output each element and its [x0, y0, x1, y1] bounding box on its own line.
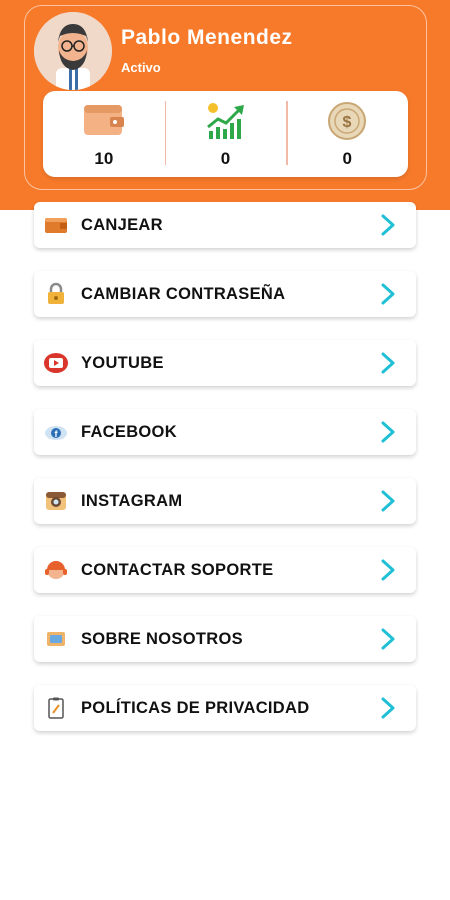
support-agent-icon — [44, 558, 68, 582]
chevron-right-icon — [381, 352, 395, 374]
profile-card: Pablo Menendez Activo 10 0 $ 0 — [24, 5, 427, 190]
chevron-right-icon — [381, 283, 395, 305]
chevron-right-icon — [381, 214, 395, 236]
growth-chart-icon — [206, 103, 244, 139]
chevron-right-icon — [381, 628, 395, 650]
user-name: Pablo Menendez — [121, 26, 293, 49]
stat-growth-value: 0 — [220, 149, 231, 168]
user-status: Activo — [121, 60, 161, 75]
menu-label-canjear: CANJEAR — [81, 215, 163, 234]
dollar-coin-icon: $ — [328, 102, 367, 140]
stat-wallet: 10 — [43, 91, 165, 177]
menu-item-canjear[interactable]: CANJEAR — [34, 202, 416, 248]
menu-item-contactar-soporte[interactable]: CONTACTAR SOPORTE — [34, 547, 416, 593]
menu-label-facebook: FACEBOOK — [81, 422, 177, 441]
menu-label-politicas-de-privacidad: POLÍTICAS DE PRIVACIDAD — [81, 698, 310, 717]
lock-icon — [44, 282, 68, 306]
info-tv-icon — [44, 627, 68, 651]
svg-text:$: $ — [343, 114, 352, 131]
wallet-icon — [44, 213, 68, 237]
stats-panel: 10 0 $ 0 — [43, 91, 408, 177]
clipboard-icon — [44, 696, 68, 720]
chevron-right-icon — [381, 697, 395, 719]
menu-label-contactar-soporte: CONTACTAR SOPORTE — [81, 560, 274, 579]
menu-item-cambiar-contrasena[interactable]: CAMBIAR CONTRASEÑA — [34, 271, 416, 317]
menu-label-sobre-nosotros: SOBRE NOSOTROS — [81, 629, 243, 648]
menu-label-youtube: YOUTUBE — [81, 353, 164, 372]
wallet-icon — [83, 105, 124, 135]
facebook-icon: f — [44, 420, 68, 444]
chevron-right-icon — [381, 490, 395, 512]
instagram-icon — [44, 489, 68, 513]
menu-item-sobre-nosotros[interactable]: SOBRE NOSOTROS — [34, 616, 416, 662]
menu-item-politicas-de-privacidad[interactable]: POLÍTICAS DE PRIVACIDAD — [34, 685, 416, 731]
chevron-right-icon — [381, 559, 395, 581]
menu-label-cambiar-contrasena: CAMBIAR CONTRASEÑA — [81, 284, 286, 303]
stat-coins: $ 0 — [286, 91, 408, 177]
menu-item-instagram[interactable]: INSTAGRAM — [34, 478, 416, 524]
youtube-icon — [44, 351, 68, 375]
chevron-right-icon — [381, 421, 395, 443]
stat-growth: 0 — [164, 91, 287, 177]
menu-label-instagram: INSTAGRAM — [81, 491, 183, 510]
menu-item-facebook[interactable]: f FACEBOOK — [34, 409, 416, 455]
menu-item-youtube[interactable]: YOUTUBE — [34, 340, 416, 386]
profile-header: Pablo Menendez Activo 10 0 $ 0 — [0, 0, 450, 210]
stat-wallet-value: 10 — [94, 149, 114, 168]
avatar — [34, 12, 112, 90]
stat-coins-value: 0 — [342, 149, 352, 168]
